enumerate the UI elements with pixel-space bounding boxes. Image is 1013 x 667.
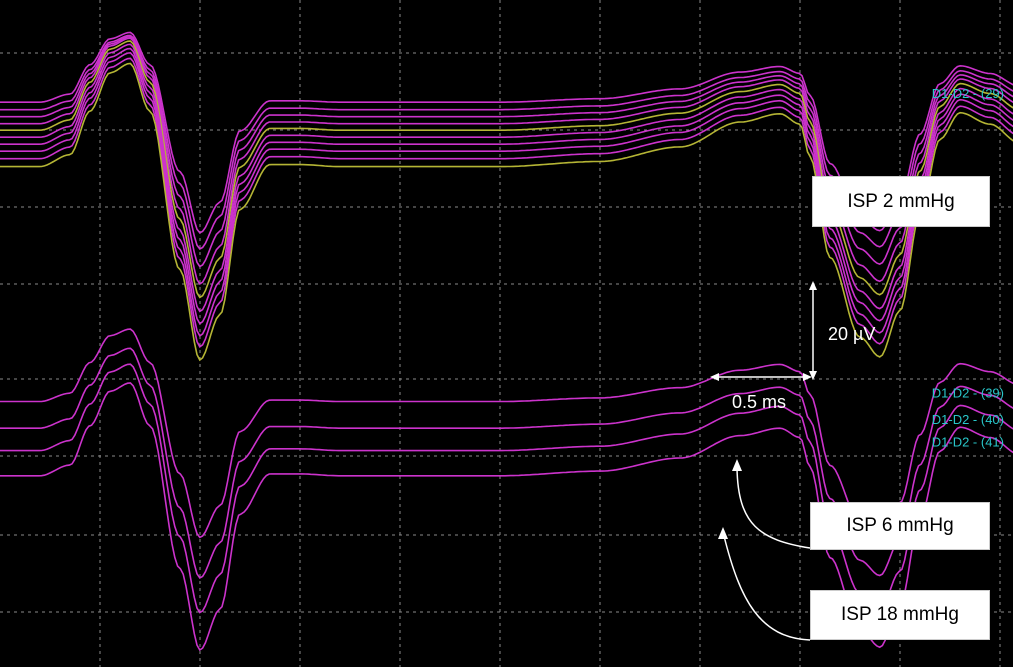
channel-label: D1-D2 - (40)	[932, 412, 1004, 427]
channel-label: D1-D2 - (39)	[932, 386, 1004, 401]
isp-2-label: ISP 2 mmHg	[812, 176, 990, 227]
amplitude-scale-label: 20 µV	[828, 324, 876, 344]
channel-label: D1-D2 - (29)	[932, 86, 1004, 101]
isp-18-label: ISP 18 mmHg	[810, 590, 990, 640]
isp-6-label: ISP 6 mmHg	[810, 502, 990, 550]
time-scale-label: 0.5 ms	[732, 392, 787, 412]
channel-label: D1-D2 - (41)	[932, 435, 1004, 450]
